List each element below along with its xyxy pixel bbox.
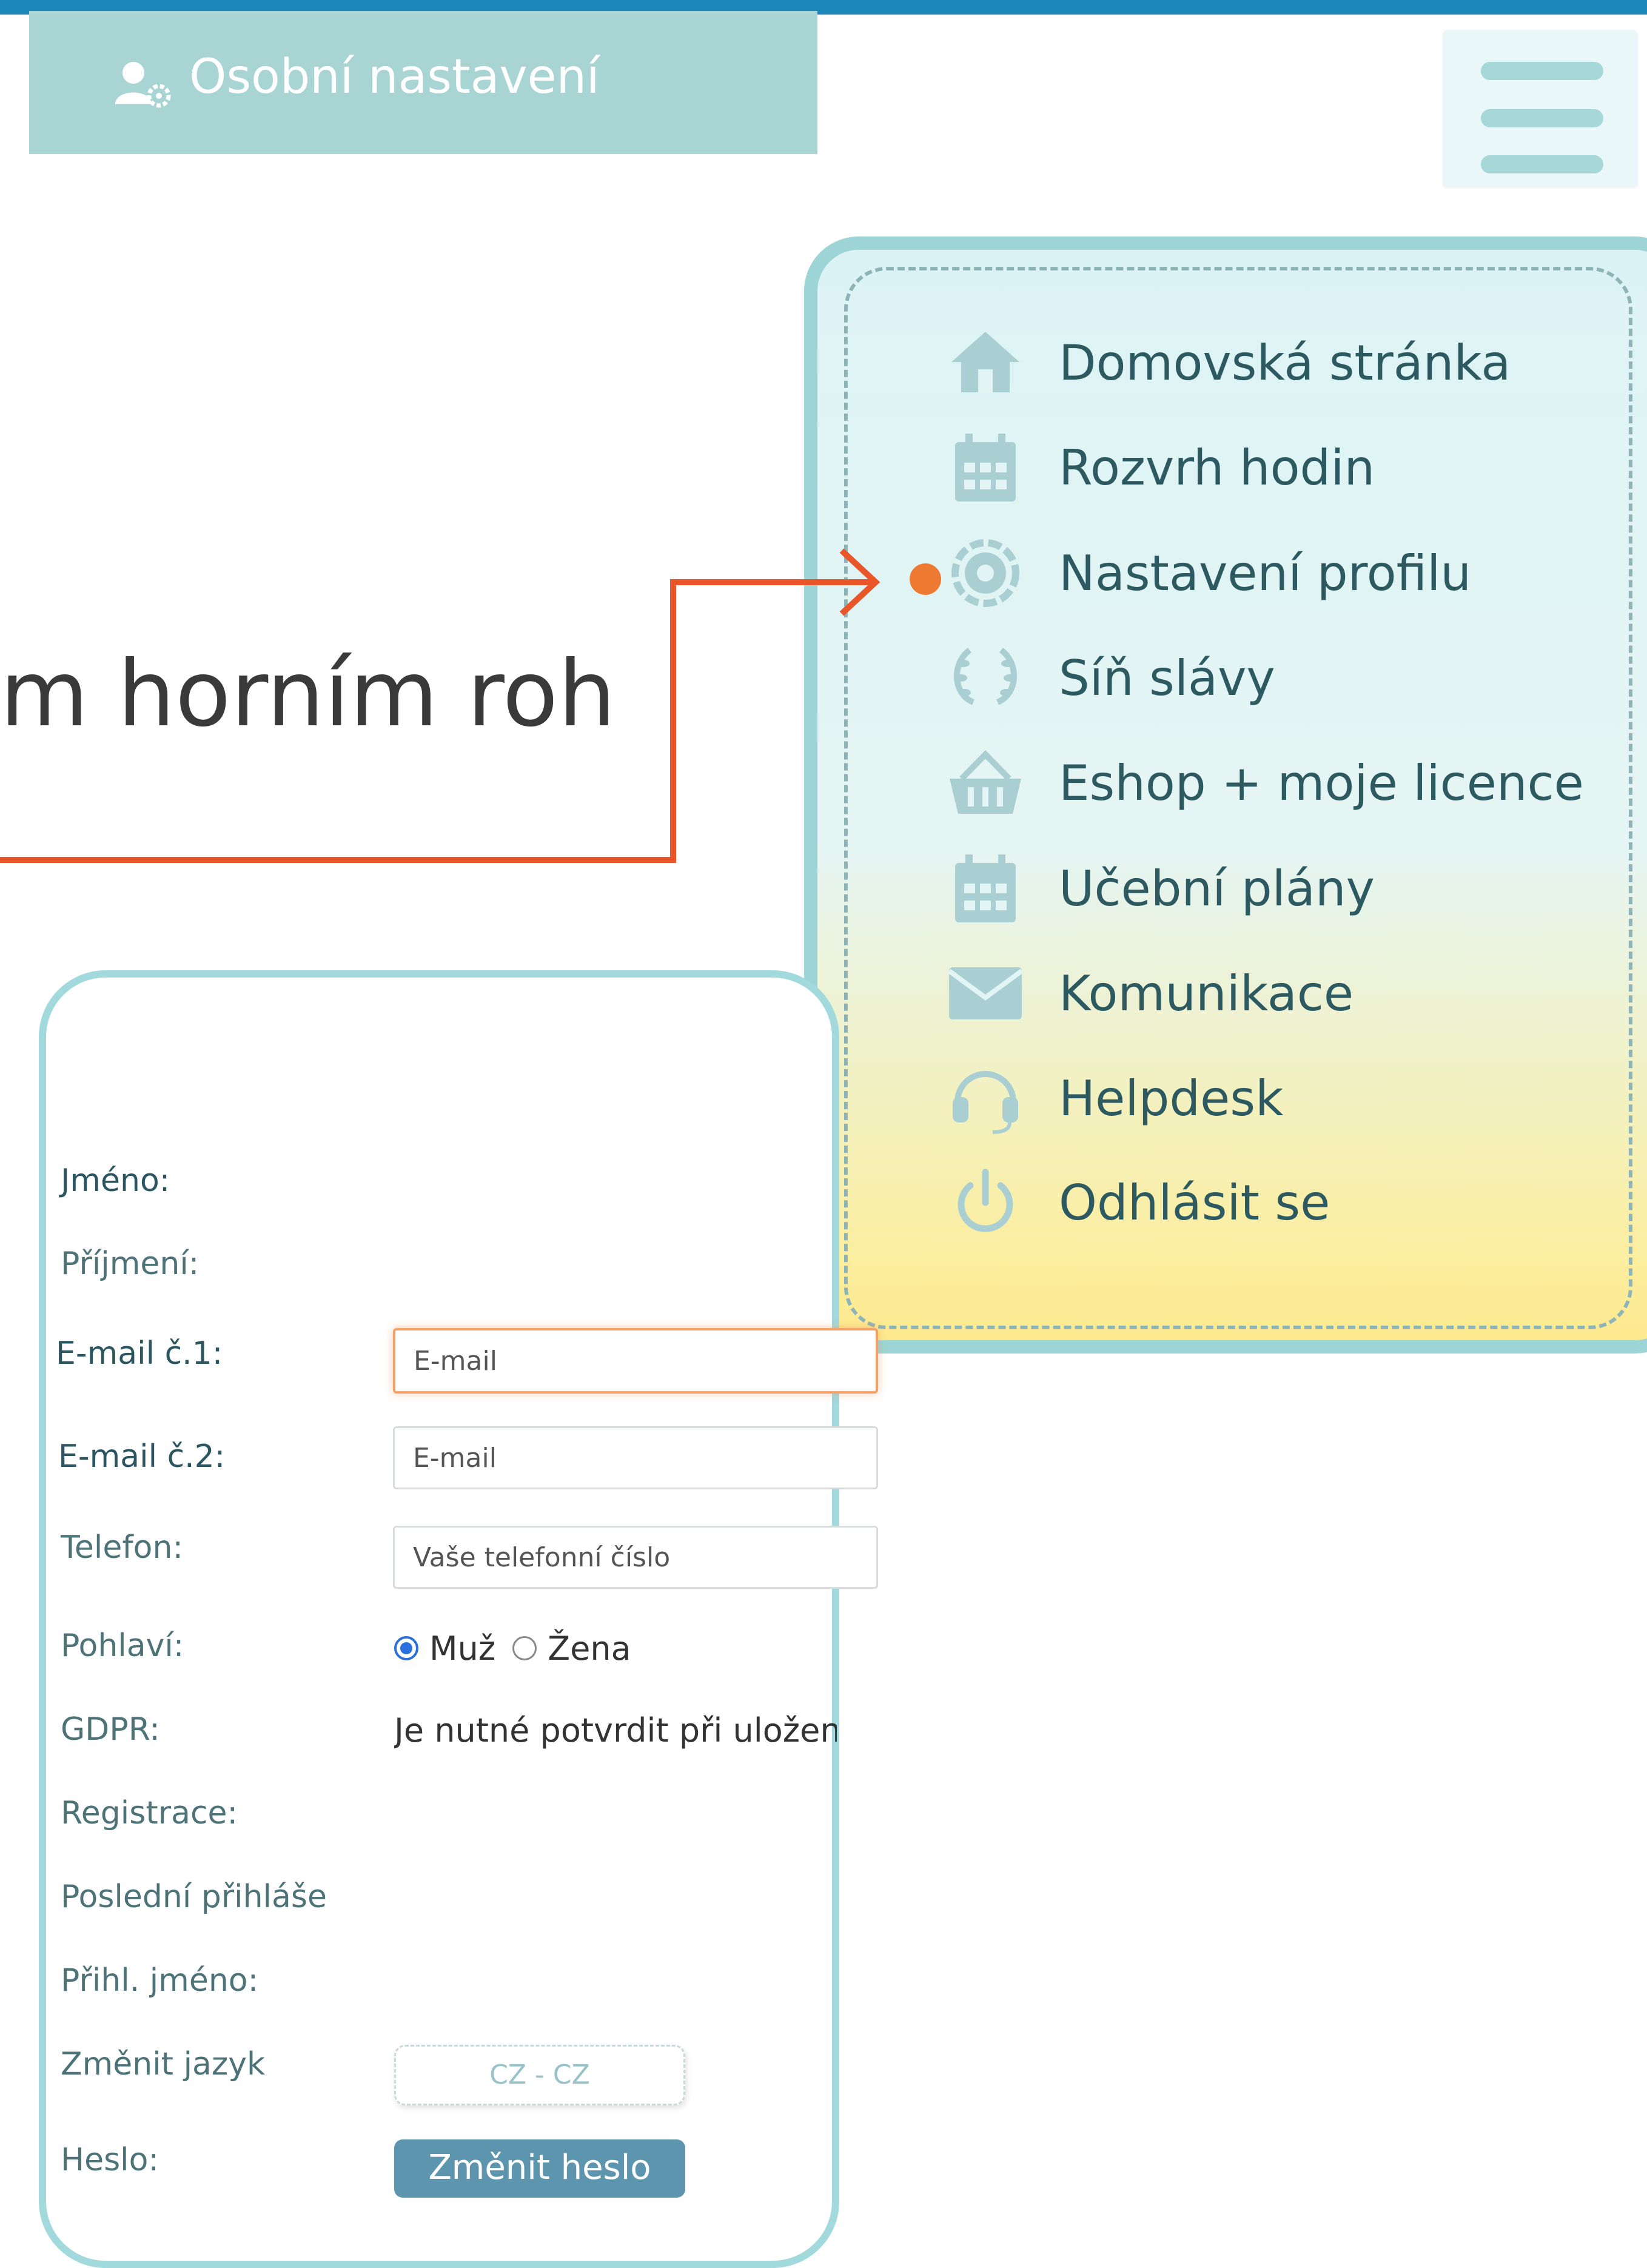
last-login-label: Poslední přihláše (61, 1879, 327, 1915)
gender-male-radio[interactable] (394, 1636, 418, 1660)
gender-label: Pohlaví: (61, 1628, 184, 1664)
gender-female-label: Žena (548, 1629, 631, 1668)
first-name-label: Jméno: (61, 1163, 170, 1199)
gender-radio-group: Muž Žena (394, 1624, 631, 1672)
phone-label: Telefon: (61, 1529, 183, 1566)
registration-label: Registrace: (61, 1795, 238, 1831)
email1-label: E-mail č.1: (56, 1335, 223, 1372)
language-select-button[interactable]: CZ - CZ (394, 2045, 685, 2105)
gender-female-radio[interactable] (512, 1636, 537, 1660)
password-label: Heslo: (61, 2142, 159, 2178)
change-password-button[interactable]: Změnit heslo (394, 2139, 685, 2198)
email1-input[interactable] (393, 1328, 878, 1394)
gdpr-label: GDPR: (61, 1711, 160, 1748)
email2-input[interactable] (393, 1426, 878, 1489)
email2-label: E-mail č.2: (58, 1438, 226, 1475)
login-name-label: Přihl. jméno: (61, 1962, 259, 1999)
gender-male-label: Muž (429, 1629, 496, 1668)
settings-card-title: Osobní nastavení (189, 50, 600, 104)
change-language-label: Změnit jazyk (61, 2046, 266, 2082)
phone-input[interactable] (393, 1526, 878, 1589)
gdpr-notice: Je nutné potvrdit při uložení (394, 1711, 837, 1750)
settings-card-header: Osobní nastavení (29, 11, 817, 154)
user-settings-icon (114, 59, 172, 110)
last-name-label: Příjmení: (61, 1246, 200, 1282)
